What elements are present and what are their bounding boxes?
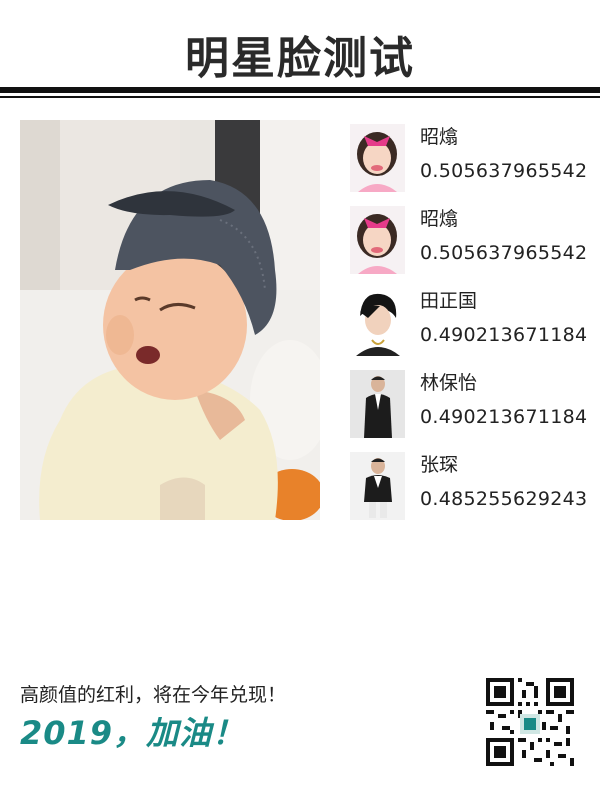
page-title: 明星脸测试 <box>185 33 415 84</box>
match-item[interactable]: 林保怡 0.490213671184 <box>350 366 590 438</box>
match-score: 0.485255629243 <box>420 488 588 510</box>
uploaded-photo <box>20 120 320 520</box>
celebrity-portrait-icon <box>350 370 405 438</box>
celebrity-portrait-icon <box>350 452 405 520</box>
celebrity-portrait-icon <box>350 124 405 192</box>
qr-code-icon[interactable] <box>486 678 574 766</box>
match-item[interactable]: 昭熻 0.505637965542 <box>350 202 590 274</box>
match-name: 昭熻 <box>420 208 459 230</box>
footer-tagline: 高颜值的红利，将在今年兑现！ <box>20 684 287 706</box>
match-score: 0.505637965542 <box>420 242 588 264</box>
match-score: 0.490213671184 <box>420 406 588 428</box>
header-divider-thick <box>0 87 600 93</box>
celebrity-portrait-icon <box>350 206 405 274</box>
header-divider-thin <box>0 96 600 98</box>
match-item[interactable]: 田正国 0.490213671184 <box>350 284 590 356</box>
match-score: 0.505637965542 <box>420 160 588 182</box>
match-item[interactable]: 张琛 0.485255629243 <box>350 448 590 520</box>
footer-slogan: 2019，加油！ <box>20 714 246 752</box>
match-name: 昭熻 <box>420 126 459 148</box>
match-name: 田正国 <box>420 290 478 312</box>
match-item[interactable]: 昭熻 0.505637965542 <box>350 120 590 192</box>
match-score: 0.490213671184 <box>420 324 588 346</box>
celebrity-portrait-icon <box>350 288 405 356</box>
match-name: 张琛 <box>420 454 459 476</box>
match-name: 林保怡 <box>420 372 478 394</box>
